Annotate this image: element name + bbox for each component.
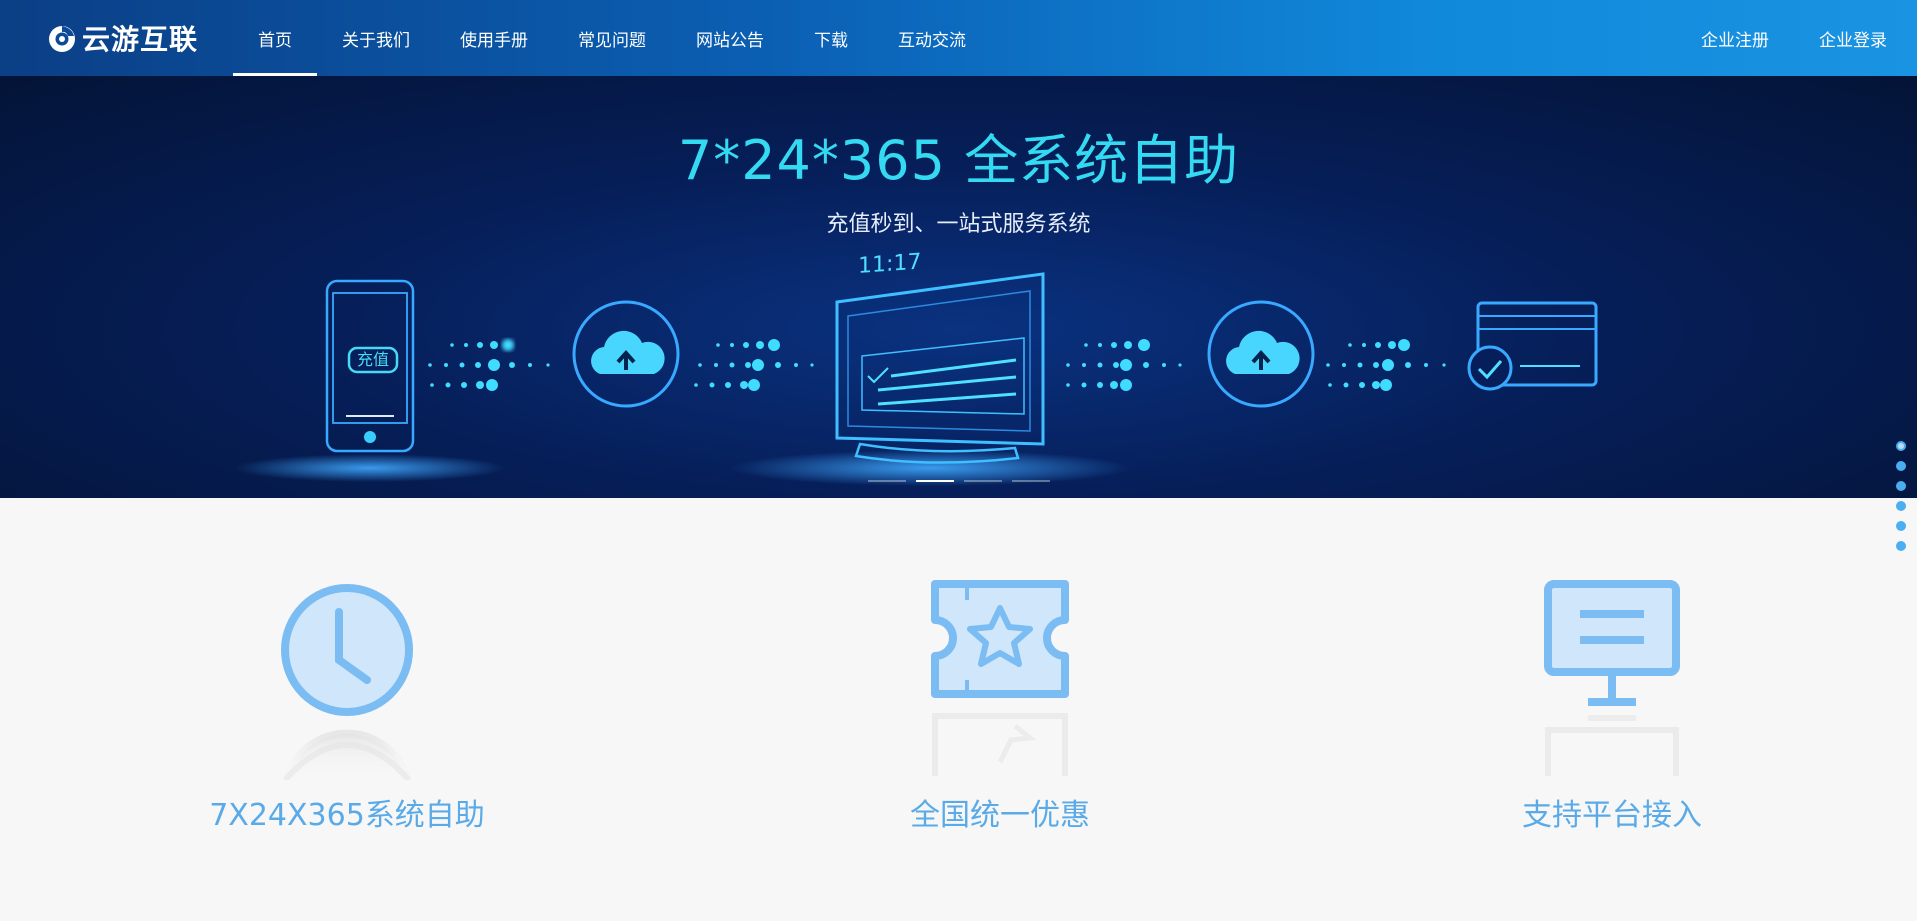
nav-download[interactable]: 下载 <box>789 0 873 76</box>
dot-trail-4 <box>1326 339 1446 391</box>
monitor-icon <box>1544 580 1680 776</box>
section-dot-1[interactable] <box>1896 441 1906 451</box>
card-check-graphic <box>1467 301 1598 391</box>
monitor-time-text: 11:17 <box>858 250 921 279</box>
cloud-upload-graphic-1 <box>572 300 680 408</box>
carousel-indicators <box>868 480 1050 482</box>
clock-icon <box>281 584 413 780</box>
feature-discount: 全国统一优惠 <box>790 580 1210 833</box>
banner-title: 7*24*365 全系统自助 <box>677 129 1240 192</box>
section-dot-4[interactable] <box>1896 501 1906 511</box>
carousel-dot-2[interactable] <box>916 480 954 482</box>
nav-announcements[interactable]: 网站公告 <box>671 0 789 76</box>
top-header: 云游互联 首页 关于我们 使用手册 常见问题 网站公告 下载 互动交流 企业注册… <box>0 0 1917 76</box>
carousel-dot-4[interactable] <box>1012 480 1050 482</box>
section-dot-3[interactable] <box>1896 481 1906 491</box>
section-dot-2[interactable] <box>1896 461 1906 471</box>
cloud-upload-graphic-2 <box>1207 300 1315 408</box>
phone-recharge-text: 充值 <box>357 350 389 369</box>
register-link[interactable]: 企业注册 <box>1701 26 1769 51</box>
nav-manual[interactable]: 使用手册 <box>435 0 553 76</box>
banner-subtitle: 充值秒到、一站式服务系统 <box>826 212 1091 237</box>
dot-trail-1 <box>428 339 550 391</box>
monitor-graphic <box>835 272 1045 464</box>
logo-icon <box>49 26 75 52</box>
feature-label: 支持平台接入 <box>1522 798 1702 833</box>
main-nav: 首页 关于我们 使用手册 常见问题 网站公告 下载 互动交流 <box>233 0 991 76</box>
dot-trail-2 <box>694 339 814 391</box>
login-link[interactable]: 企业登录 <box>1819 26 1887 51</box>
feature-platform-access: 支持平台接入 <box>1402 580 1822 833</box>
feature-label: 全国统一优惠 <box>910 798 1090 833</box>
carousel-dot-1[interactable] <box>868 480 906 482</box>
nav-about[interactable]: 关于我们 <box>317 0 435 76</box>
logo-text: 云游互联 <box>82 23 199 56</box>
section-dot-6[interactable] <box>1896 541 1906 551</box>
nav-home[interactable]: 首页 <box>233 0 317 76</box>
account-links: 企业注册 企业登录 <box>1701 0 1887 76</box>
carousel-dot-3[interactable] <box>964 480 1002 482</box>
ticket-star-icon <box>931 580 1069 776</box>
dot-trail-3 <box>1066 339 1182 391</box>
nav-community[interactable]: 互动交流 <box>873 0 991 76</box>
hero-banner[interactable]: 充值 11:17 7*24*365 全系统自助 充值秒到、一站式服务系统 <box>0 76 1917 498</box>
logo[interactable]: 云游互联 <box>46 18 198 58</box>
section-dot-5[interactable] <box>1896 521 1906 531</box>
feature-self-service: 7X24X365系统自助 <box>137 580 557 833</box>
section-pager <box>1896 441 1906 551</box>
nav-faq[interactable]: 常见问题 <box>553 0 671 76</box>
feature-label: 7X24X365系统自助 <box>209 798 485 833</box>
